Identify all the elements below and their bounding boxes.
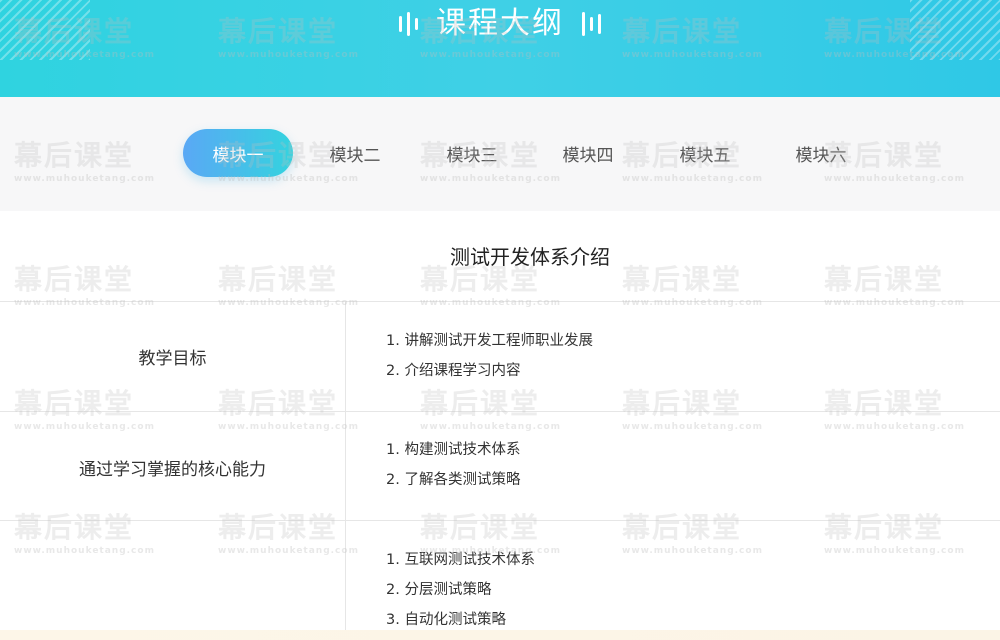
list-item: 1. 构建测试技术体系: [386, 442, 521, 458]
list-item: 2. 分层测试策略: [386, 582, 492, 598]
list-item: 1. 互联网测试技术体系: [386, 552, 535, 568]
module-title: 测试开发体系介绍: [450, 245, 610, 269]
row-label-core-abilities: 通过学习掌握的核心能力: [79, 460, 266, 480]
table-divider: [0, 301, 1000, 302]
tab-module-3[interactable]: 模块三: [417, 129, 527, 177]
list-item: 2. 了解各类测试策略: [386, 472, 521, 488]
tab-module-1[interactable]: 模块一: [183, 129, 293, 177]
tab-module-5[interactable]: 模块五: [650, 129, 760, 177]
tab-module-4[interactable]: 模块四: [533, 129, 643, 177]
row-items-teaching-goals: 1. 讲解测试开发工程师职业发展 2. 介绍课程学习内容: [386, 326, 593, 386]
title-bars-right-icon: [582, 12, 601, 36]
row-label-teaching-goals: 教学目标: [138, 349, 207, 369]
table-divider: [0, 520, 1000, 521]
tab-module-6[interactable]: 模块六: [766, 129, 876, 177]
row-items-topics: 1. 互联网测试技术体系 2. 分层测试策略 3. 自动化测试策略: [386, 545, 535, 635]
table-divider: [0, 411, 1000, 412]
tab-module-2[interactable]: 模块二: [300, 129, 410, 177]
list-item: 1. 讲解测试开发工程师职业发展: [386, 333, 593, 349]
list-item: 2. 介绍课程学习内容: [386, 363, 521, 379]
header-banner: 课程大纲: [0, 0, 1000, 97]
table-column-divider: [345, 301, 346, 633]
title-wrap: 课程大纲: [0, 0, 1000, 48]
module-tabs: 模块一 模块二 模块三 模块四 模块五 模块六: [0, 97, 1000, 211]
page-title: 课程大纲: [436, 6, 564, 41]
title-bars-left-icon: [399, 12, 418, 36]
row-items-core-abilities: 1. 构建测试技术体系 2. 了解各类测试策略: [386, 435, 520, 495]
bottom-edge: [0, 630, 1000, 640]
